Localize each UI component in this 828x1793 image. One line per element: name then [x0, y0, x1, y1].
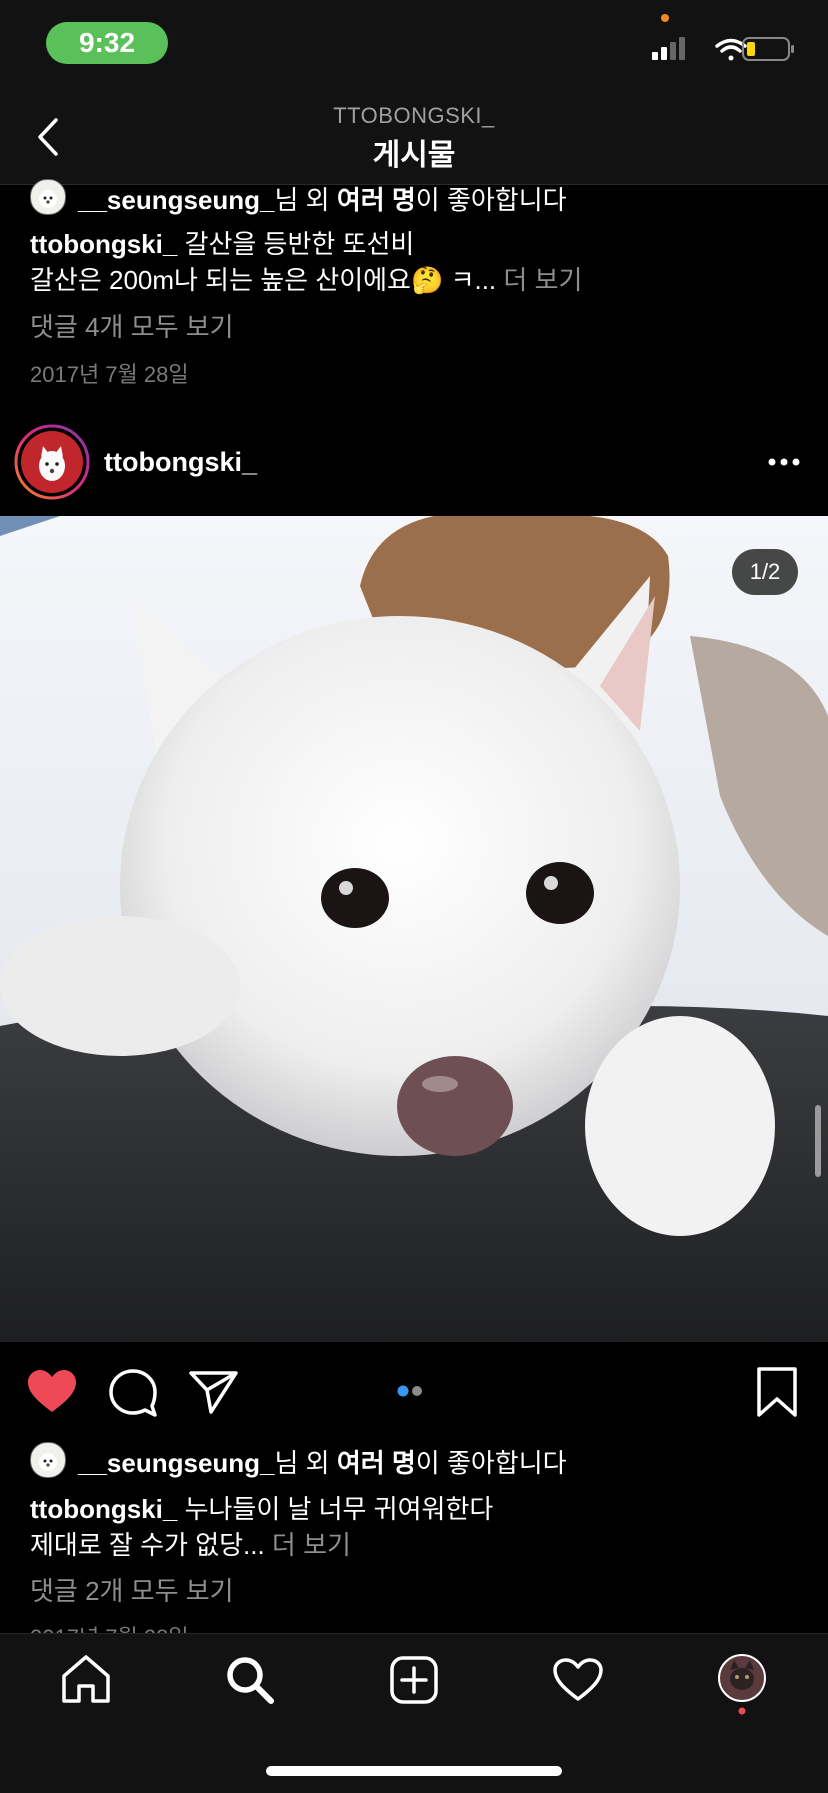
liker-avatar[interactable] — [30, 1442, 66, 1478]
battery-icon — [742, 37, 794, 61]
more-link[interactable]: 더 보기 — [265, 1530, 351, 1560]
more-link[interactable]: 더 보기 — [496, 265, 582, 295]
scroll-indicator[interactable] — [815, 1105, 821, 1177]
header-username: TTOBONGSKI_ — [333, 103, 495, 128]
caption-line-1: 갈산을 등반한 또선비 — [177, 229, 415, 259]
post-photo[interactable] — [0, 516, 828, 1342]
likes-text: 님 외 — [274, 1448, 337, 1478]
liker-avatar[interactable] — [30, 179, 66, 215]
status-icons — [652, 37, 794, 61]
liker-username[interactable]: __seungseung_ — [78, 1448, 275, 1478]
dog-avatar-icon — [39, 1453, 57, 1471]
dog-avatar-icon — [39, 446, 65, 481]
privacy-indicator-dot — [661, 14, 669, 22]
like-heart-icon[interactable] — [26, 1368, 78, 1416]
notification-dot — [738, 1707, 746, 1715]
likes-others[interactable]: 여러 명 — [337, 185, 416, 215]
caption-username[interactable]: ttobongski_ — [30, 1494, 177, 1524]
caption-line-1: 누나들이 날 너무 귀여워한다 — [177, 1494, 494, 1524]
paper-plane-icon[interactable] — [188, 1368, 240, 1416]
caption-line-2: 갈산은 200m나 되는 높은 산이에요🤔 ㅋ... — [30, 265, 497, 295]
carousel-counter: 1/2 — [732, 549, 798, 595]
post-caption: ttobongski_ 갈산을 등반한 또선비 갈산은 200m나 되는 높은 … — [30, 226, 582, 298]
wifi-icon — [715, 38, 747, 61]
add-post-icon[interactable] — [389, 1655, 439, 1705]
home-icon[interactable] — [60, 1654, 112, 1704]
likes-text-end: 이 좋아합니다 — [415, 185, 567, 215]
post-caption: ttobongski_ 누나들이 날 너무 귀여워한다 제대로 잘 수가 없당.… — [30, 1491, 493, 1563]
likes-others[interactable]: 여러 명 — [337, 1448, 416, 1478]
page-title: 게시물 — [372, 139, 456, 172]
author-avatar[interactable] — [14, 424, 90, 500]
dog-avatar-icon — [39, 190, 57, 208]
cellular-signal-icon — [652, 37, 685, 60]
view-comments-link[interactable]: 댓글 2개 모두 보기 — [30, 1573, 234, 1609]
carousel-dot — [412, 1386, 422, 1396]
likes-summary[interactable]: __seungseung_님 외 여러 명이 좋아합니다 — [78, 180, 567, 217]
carousel-dot-active — [397, 1385, 409, 1397]
likes-text-end: 이 좋아합니다 — [415, 1448, 567, 1478]
liker-username[interactable]: __seungseung_ — [78, 185, 275, 215]
more-options-icon[interactable] — [766, 452, 802, 472]
bookmark-icon[interactable] — [754, 1366, 800, 1418]
likes-text: 님 외 — [274, 185, 337, 215]
home-indicator[interactable] — [266, 1766, 562, 1776]
search-icon[interactable] — [224, 1654, 276, 1706]
caption-username[interactable]: ttobongski_ — [30, 229, 177, 259]
activity-heart-icon[interactable] — [552, 1657, 604, 1703]
caption-line-2: 제대로 잘 수가 없당... — [30, 1530, 265, 1560]
profile-avatar[interactable] — [716, 1652, 768, 1718]
carousel-dots — [397, 1385, 422, 1397]
likes-summary[interactable]: __seungseung_님 외 여러 명이 좋아합니다 — [78, 1443, 567, 1480]
post-date: 2017년 7월 28일 — [30, 362, 189, 387]
view-comments-link[interactable]: 댓글 4개 모두 보기 — [30, 309, 234, 345]
post-author-username[interactable]: ttobongski_ — [104, 447, 257, 478]
comment-bubble-icon[interactable] — [108, 1368, 158, 1418]
status-time: 9:32 — [46, 22, 168, 64]
